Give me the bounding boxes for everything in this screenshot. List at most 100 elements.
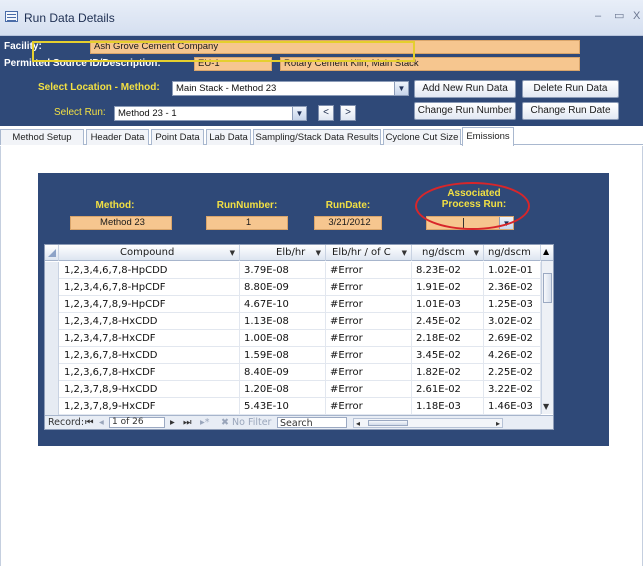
table-row[interactable]: 1,2,3,4,7,8,9-HpCDF 4.67E-10 #Error 1.01E-0…: [45, 296, 541, 313]
column-header-compound[interactable]: Compound ▼: [60, 245, 240, 261]
cell-ng-dscm-2[interactable]: 1.46E-03: [484, 398, 541, 415]
cell-elb-hr[interactable]: 4.67E-10: [240, 296, 326, 313]
cell-elb-hr[interactable]: 8.40E-09: [240, 364, 326, 381]
current-record-field[interactable]: 1 of 26: [109, 417, 165, 428]
cell-compound[interactable]: 1,2,3,6,7,8-HxCDF: [60, 364, 240, 381]
cell-compound[interactable]: 1,2,3,4,7,8-HxCDD: [60, 313, 240, 330]
cell-ng-dscm[interactable]: 1.01E-03: [412, 296, 484, 313]
cell-ng-dscm-2[interactable]: 3.02E-02: [484, 313, 541, 330]
run-combo[interactable]: Method 23 - 1 ▼: [114, 106, 307, 121]
change-run-number-button[interactable]: Change Run Number: [414, 102, 516, 120]
cell-elb-hr-of-c[interactable]: #Error: [326, 279, 412, 296]
vertical-scrollbar[interactable]: ▼: [541, 261, 553, 414]
next-run-button[interactable]: >: [340, 105, 356, 121]
cell-elb-hr[interactable]: 1.00E-08: [240, 330, 326, 347]
column-header-elb-hr-of-c[interactable]: Elb/hr / of C ▼: [326, 245, 412, 261]
cell-elb-hr[interactable]: 1.59E-08: [240, 347, 326, 364]
add-new-run-data-button[interactable]: Add New Run Data: [414, 80, 516, 98]
table-row[interactable]: 1,2,3,7,8,9-HxCDD 1.20E-08 #Error 2.61E-02 3…: [45, 381, 541, 398]
previous-record-icon[interactable]: ◂: [99, 416, 104, 429]
row-selector[interactable]: [45, 262, 59, 279]
cell-elb-hr[interactable]: 5.43E-10: [240, 398, 326, 415]
minimize-button[interactable]: –: [595, 10, 601, 22]
sort-arrow-icon[interactable]: ▼: [316, 245, 321, 261]
cell-ng-dscm[interactable]: 1.18E-03: [412, 398, 484, 415]
sort-arrow-icon[interactable]: ▼: [474, 245, 479, 261]
cell-ng-dscm[interactable]: 2.61E-02: [412, 381, 484, 398]
scroll-down-arrow-icon[interactable]: ▼: [543, 402, 549, 411]
cell-elb-hr-of-c[interactable]: #Error: [326, 313, 412, 330]
new-record-icon[interactable]: ▸*: [200, 416, 210, 429]
cell-elb-hr[interactable]: 1.13E-08: [240, 313, 326, 330]
cell-elb-hr[interactable]: 1.20E-08: [240, 381, 326, 398]
scroll-up-arrow-icon[interactable]: ▲: [543, 247, 549, 256]
search-input[interactable]: Search: [277, 417, 347, 429]
cell-elb-hr-of-c[interactable]: #Error: [326, 262, 412, 279]
table-row[interactable]: 1,2,3,7,8,9-HxCDF 5.43E-10 #Error 1.18E-03 1…: [45, 398, 541, 415]
maximize-button[interactable]: ▭: [614, 10, 624, 22]
cell-ng-dscm-2[interactable]: 2.69E-02: [484, 330, 541, 347]
table-row[interactable]: 1,2,3,4,7,8-HxCDF 1.00E-08 #Error 2.18E-02 2…: [45, 330, 541, 347]
table-row[interactable]: 1,2,3,4,6,7,8-HpCDF 8.80E-09 #Error 1.91E-0…: [45, 279, 541, 296]
location-method-combo[interactable]: Main Stack - Method 23 ▼: [172, 81, 409, 96]
row-selector[interactable]: [45, 398, 59, 415]
row-selector[interactable]: [45, 381, 59, 398]
horizontal-scroll-thumb[interactable]: [368, 420, 408, 426]
cell-ng-dscm-2[interactable]: 3.22E-02: [484, 381, 541, 398]
cell-ng-dscm[interactable]: 1.91E-02: [412, 279, 484, 296]
cell-compound[interactable]: 1,2,3,7,8,9-HxCDD: [60, 381, 240, 398]
tab-lab-data[interactable]: Lab Data: [206, 129, 251, 145]
close-button[interactable]: X: [633, 10, 640, 22]
cell-compound[interactable]: 1,2,3,6,7,8-HxCDD: [60, 347, 240, 364]
scroll-left-arrow-icon[interactable]: ◂: [356, 417, 360, 430]
cell-compound[interactable]: 1,2,3,4,6,7,8-HpCDD: [60, 262, 240, 279]
horizontal-scrollbar[interactable]: ◂ ▸: [353, 418, 503, 428]
sort-arrow-icon[interactable]: ▼: [402, 245, 407, 261]
cell-ng-dscm[interactable]: 2.45E-02: [412, 313, 484, 330]
select-all-corner[interactable]: [45, 245, 59, 261]
next-record-icon[interactable]: ▸: [170, 416, 175, 429]
row-selector[interactable]: [45, 347, 59, 364]
cell-compound[interactable]: 1,2,3,4,7,8,9-HpCDF: [60, 296, 240, 313]
cell-compound[interactable]: 1,2,3,4,7,8-HxCDF: [60, 330, 240, 347]
sort-arrow-icon[interactable]: ▼: [230, 245, 235, 261]
change-run-date-button[interactable]: Change Run Date: [522, 102, 619, 120]
column-header-elb-hr[interactable]: Elb/hr ▼: [240, 245, 326, 261]
cell-elb-hr-of-c[interactable]: #Error: [326, 296, 412, 313]
row-selector[interactable]: [45, 279, 59, 296]
cell-ng-dscm-2[interactable]: 1.25E-03: [484, 296, 541, 313]
cell-elb-hr-of-c[interactable]: #Error: [326, 381, 412, 398]
column-header-ng-dscm[interactable]: ng/dscm ▼: [412, 245, 484, 261]
tab-sampling-stack-data-results[interactable]: Sampling/Stack Data Results: [253, 129, 381, 145]
previous-run-button[interactable]: <: [318, 105, 334, 121]
cell-elb-hr-of-c[interactable]: #Error: [326, 330, 412, 347]
cell-elb-hr[interactable]: 8.80E-09: [240, 279, 326, 296]
cell-ng-dscm[interactable]: 2.18E-02: [412, 330, 484, 347]
tab-point-data[interactable]: Point Data: [151, 129, 204, 145]
cell-ng-dscm-2[interactable]: 2.36E-02: [484, 279, 541, 296]
scroll-right-arrow-icon[interactable]: ▸: [496, 417, 500, 430]
tab-emissions[interactable]: Emissions: [462, 127, 514, 146]
row-selector[interactable]: [45, 364, 59, 381]
table-row[interactable]: 1,2,3,6,7,8-HxCDF 8.40E-09 #Error 1.82E-02 2…: [45, 364, 541, 381]
cell-elb-hr-of-c[interactable]: #Error: [326, 347, 412, 364]
cell-compound[interactable]: 1,2,3,4,6,7,8-HpCDF: [60, 279, 240, 296]
first-record-icon[interactable]: ⏮: [85, 416, 94, 429]
cell-ng-dscm-2[interactable]: 4.26E-02: [484, 347, 541, 364]
row-selector[interactable]: [45, 330, 59, 347]
column-header-ng-dscm-2[interactable]: ng/dscm: [484, 245, 541, 261]
row-selector[interactable]: [45, 313, 59, 330]
tab-cyclone-cut-size[interactable]: Cyclone Cut Size: [383, 129, 461, 145]
row-selector[interactable]: [45, 296, 59, 313]
delete-run-data-button[interactable]: Delete Run Data: [522, 80, 619, 98]
last-record-icon[interactable]: ⏭: [183, 416, 192, 429]
cell-elb-hr[interactable]: 3.79E-08: [240, 262, 326, 279]
cell-ng-dscm[interactable]: 3.45E-02: [412, 347, 484, 364]
cell-compound[interactable]: 1,2,3,7,8,9-HxCDF: [60, 398, 240, 415]
tab-header-data[interactable]: Header Data: [86, 129, 149, 145]
cell-ng-dscm-2[interactable]: 2.25E-02: [484, 364, 541, 381]
table-row[interactable]: 1,2,3,4,6,7,8-HpCDD 3.79E-08 #Error 8.23E-0…: [45, 262, 541, 279]
vertical-scroll-thumb[interactable]: [543, 273, 552, 303]
cell-elb-hr-of-c[interactable]: #Error: [326, 364, 412, 381]
no-filter-button[interactable]: No Filter: [232, 416, 271, 429]
